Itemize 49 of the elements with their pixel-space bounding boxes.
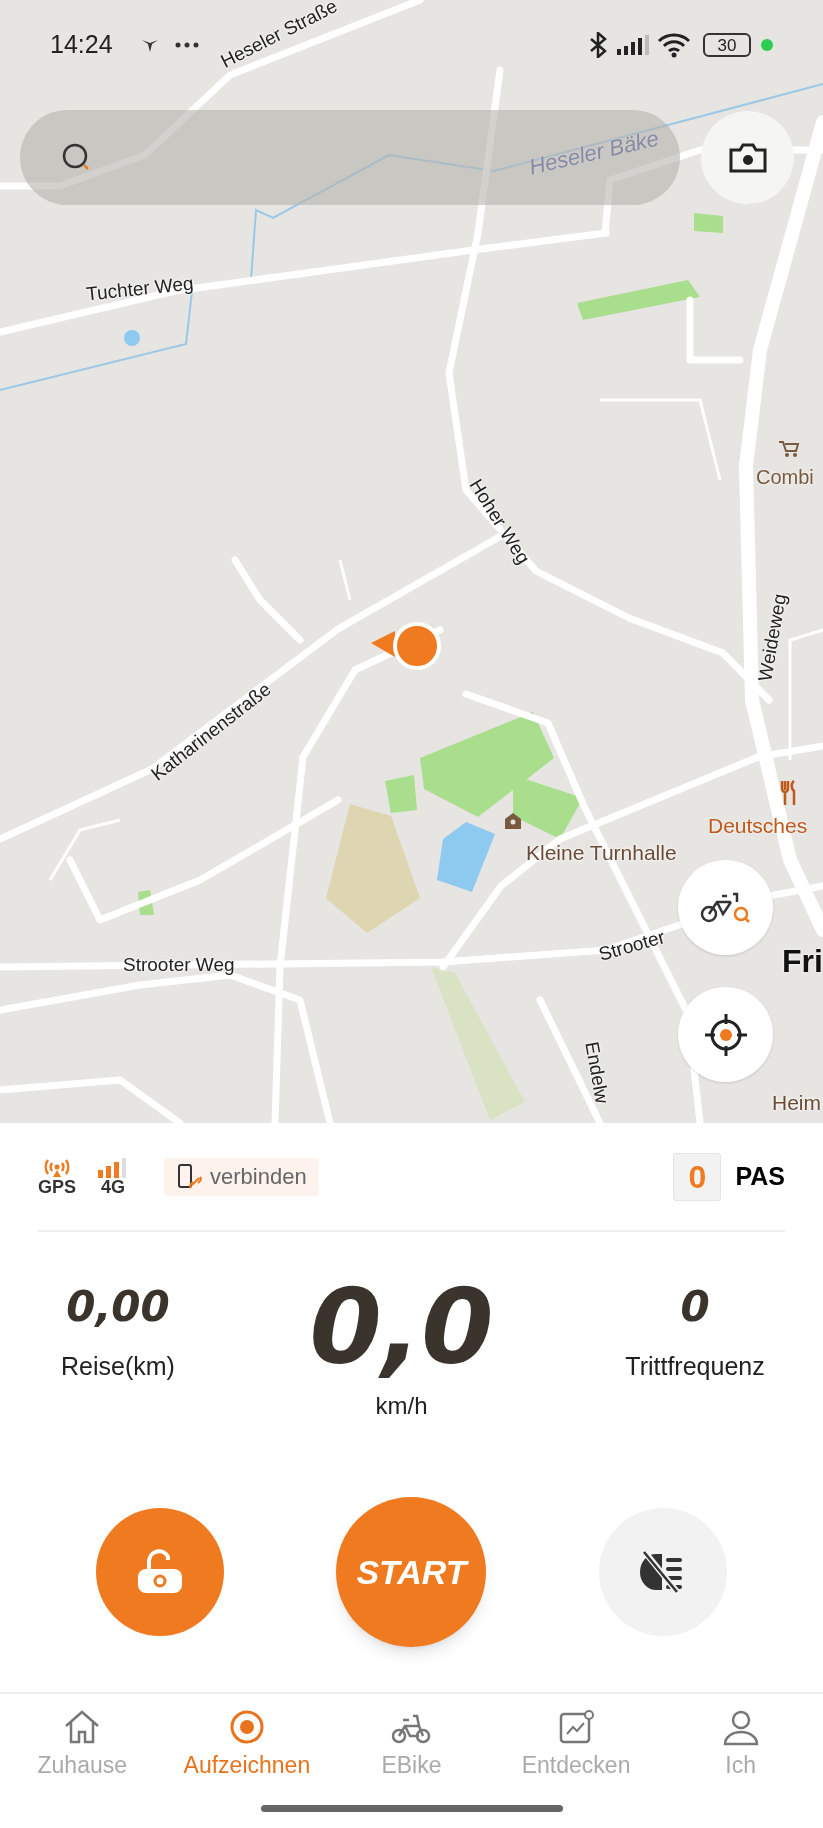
place-label: Deutsches <box>708 815 808 836</box>
pas-level-box: 0 <box>673 1152 722 1201</box>
nav-tab[interactable]: Aufzeichnen <box>164 1694 330 1805</box>
place-label: Combi <box>756 467 814 487</box>
nav-tab[interactable]: Ich <box>658 1694 823 1805</box>
park-area <box>138 890 154 915</box>
park-area <box>694 213 723 233</box>
street-label: Strooter Weg <box>123 955 235 974</box>
stat-value: 0,00 <box>66 1282 170 1332</box>
signal-icon <box>617 35 649 55</box>
water-label: Heseler Bäke <box>527 127 661 179</box>
building-icon <box>503 812 523 830</box>
place-label: Kleine Turnhalle <box>526 842 677 863</box>
street-label: Tuchter Weg <box>85 273 195 304</box>
connect-button[interactable]: verbinden <box>164 1157 319 1196</box>
time: 14:24 <box>50 29 113 61</box>
phone-link-icon <box>176 1162 204 1191</box>
speed-unit: km/h <box>375 1391 428 1421</box>
pond-area <box>124 330 140 346</box>
cart-icon <box>778 440 800 458</box>
start-button[interactable]: START <box>336 1497 487 1647</box>
speed-value: 0,0 <box>309 1272 494 1382</box>
place-label: Fri <box>782 945 823 977</box>
network-label: 4G <box>101 1177 125 1196</box>
street-label: Endelw <box>582 1040 612 1105</box>
pas-label: PAS <box>735 1160 785 1192</box>
stat-label: Reise(km) <box>61 1351 175 1382</box>
gps-signal-icon <box>42 1157 72 1178</box>
pond-area <box>437 822 495 892</box>
wifi-icon <box>657 32 691 58</box>
nav-tab[interactable]: Zuhause <box>0 1694 165 1805</box>
park-area <box>385 775 417 813</box>
stat-value: 0 <box>680 1282 710 1332</box>
more-icon <box>174 42 199 48</box>
nav-tab[interactable]: Entdecken <box>493 1694 659 1805</box>
gps-label: GPS <box>38 1177 76 1196</box>
fork-knife-icon <box>780 780 798 806</box>
stat-label: Trittfrequenz <box>625 1351 765 1382</box>
bike-search-icon <box>699 890 752 925</box>
street-label: Strooter <box>596 927 667 964</box>
locate-icon <box>702 1011 749 1058</box>
street-label: Weideweg <box>755 592 790 683</box>
battery-icon: 30 <box>703 33 751 57</box>
network-signal-icon <box>98 1157 128 1178</box>
location-marker <box>371 622 441 670</box>
unlock-icon <box>137 1549 184 1595</box>
camera-icon <box>727 141 768 174</box>
place-label: Heim <box>772 1092 821 1113</box>
nav-tab[interactable]: EBike <box>329 1694 494 1805</box>
